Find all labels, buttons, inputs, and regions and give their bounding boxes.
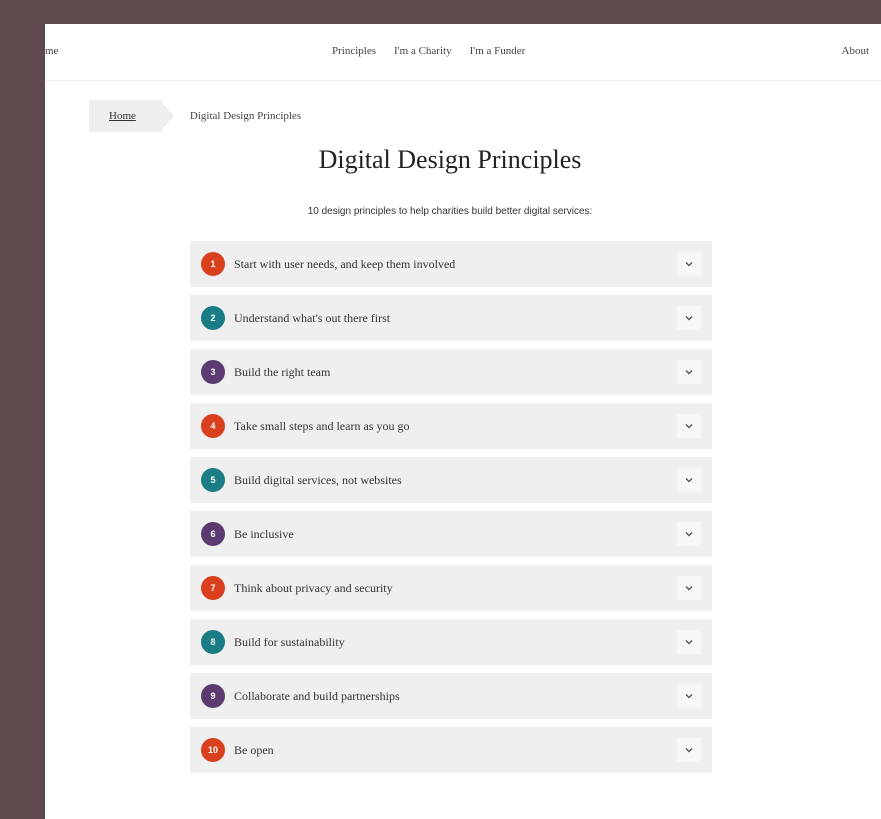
principle-number-badge: 5 — [201, 468, 225, 492]
principle-number-badge: 4 — [201, 414, 225, 438]
browser-page: me Principles I'm a Charity I'm a Funder… — [45, 24, 881, 819]
principle-item[interactable]: 4 Take small steps and learn as you go — [190, 403, 712, 449]
principle-number-badge: 3 — [201, 360, 225, 384]
expand-button[interactable] — [677, 684, 701, 708]
principle-label: Start with user needs, and keep them inv… — [234, 256, 456, 271]
expand-button[interactable] — [677, 630, 701, 654]
chevron-down-icon — [685, 640, 693, 645]
principle-item[interactable]: 9 Collaborate and build partnerships — [190, 673, 712, 719]
breadcrumb-current: Digital Design Principles — [189, 110, 302, 122]
principle-item[interactable]: 5 Build digital services, not websites — [190, 457, 712, 503]
top-navigation: me Principles I'm a Charity I'm a Funder… — [45, 24, 881, 81]
chevron-down-icon — [685, 370, 693, 375]
principle-label: Build for sustainability — [234, 634, 345, 649]
nav-home-link[interactable]: me — [45, 45, 58, 57]
page-subtitle: 10 design principles to help charities b… — [307, 206, 593, 217]
principle-item[interactable]: 3 Build the right team — [190, 349, 712, 395]
chevron-down-icon — [685, 532, 693, 537]
principle-label: Be inclusive — [234, 526, 294, 541]
expand-button[interactable] — [677, 576, 701, 600]
principle-label: Understand what's out there first — [234, 310, 391, 325]
breadcrumb: Home Digital Design Principles — [89, 100, 301, 132]
principle-number-badge: 10 — [201, 738, 225, 762]
principle-number-badge: 7 — [201, 576, 225, 600]
chevron-down-icon — [685, 694, 693, 699]
expand-button[interactable] — [677, 360, 701, 384]
expand-button[interactable] — [677, 252, 701, 276]
chevron-down-icon — [685, 748, 693, 753]
principle-number-badge: 8 — [201, 630, 225, 654]
expand-button[interactable] — [677, 306, 701, 330]
principle-label: Build digital services, not websites — [234, 472, 402, 487]
principle-item[interactable]: 1 Start with user needs, and keep them in… — [190, 241, 712, 287]
chevron-down-icon — [685, 586, 693, 591]
page-title: Digital Design Principles — [318, 145, 582, 174]
chevron-down-icon — [685, 262, 693, 267]
principle-label: Be open — [234, 742, 274, 757]
expand-button[interactable] — [677, 414, 701, 438]
nav-link-principles[interactable]: Principles — [332, 45, 376, 57]
principle-item[interactable]: 7 Think about privacy and security — [190, 565, 712, 611]
chevron-down-icon — [685, 316, 693, 321]
principle-number-badge: 6 — [201, 522, 225, 546]
expand-button[interactable] — [677, 738, 701, 762]
principle-item[interactable]: 6 Be inclusive — [190, 511, 712, 557]
principle-number-badge: 9 — [201, 684, 225, 708]
principle-label: Collaborate and build partnerships — [234, 688, 400, 703]
chevron-down-icon — [685, 424, 693, 429]
principle-number-badge: 1 — [201, 252, 225, 276]
nav-link-charity[interactable]: I'm a Charity — [394, 45, 452, 57]
breadcrumb-home-link[interactable]: Home — [89, 100, 174, 132]
principle-label: Build the right team — [234, 364, 331, 379]
principle-item[interactable]: 10 Be open — [190, 727, 712, 773]
principles-accordion: 1 Start with user needs, and keep them in… — [190, 241, 712, 781]
nav-link-about[interactable]: About — [842, 45, 870, 57]
principle-label: Take small steps and learn as you go — [234, 418, 410, 433]
nav-link-funder[interactable]: I'm a Funder — [470, 45, 526, 57]
principle-label: Think about privacy and security — [234, 580, 393, 595]
principle-item[interactable]: 8 Build for sustainability — [190, 619, 712, 665]
expand-button[interactable] — [677, 468, 701, 492]
principle-number-badge: 2 — [201, 306, 225, 330]
nav-links: Principles I'm a Charity I'm a Funder — [332, 45, 525, 57]
chevron-down-icon — [685, 478, 693, 483]
principle-item[interactable]: 2 Understand what's out there first — [190, 295, 712, 341]
expand-button[interactable] — [677, 522, 701, 546]
